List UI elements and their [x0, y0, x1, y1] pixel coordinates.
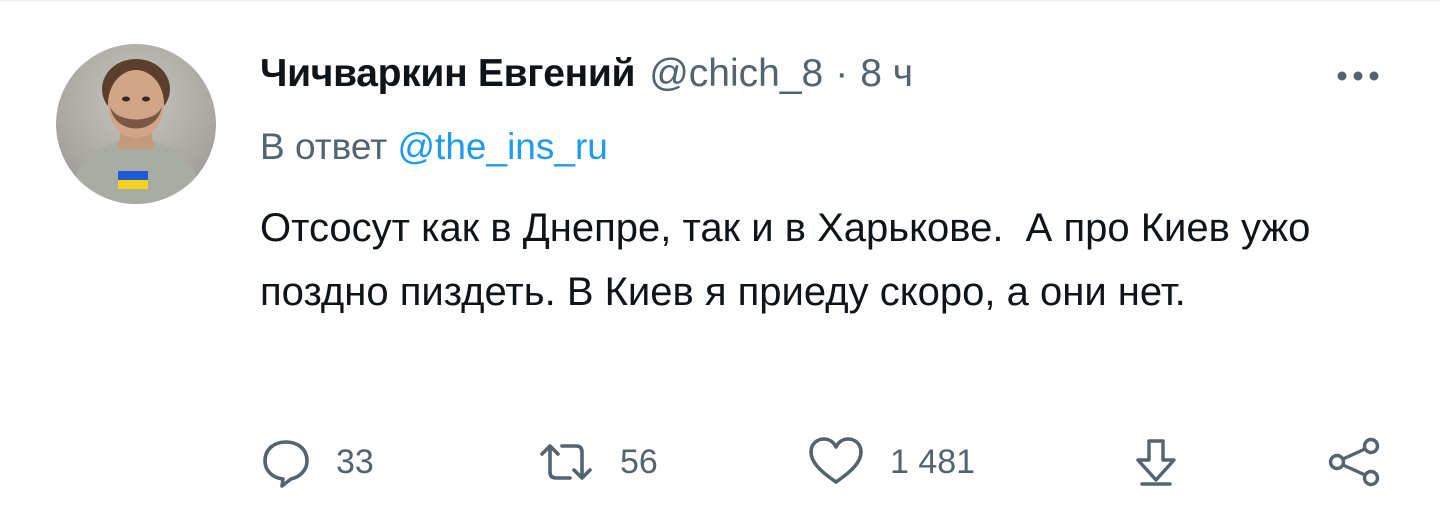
retweet-icon: [540, 444, 592, 480]
share-icon: [1328, 437, 1380, 487]
reply-prefix: В ответ: [260, 126, 388, 167]
more-button[interactable]: [1330, 64, 1386, 88]
retweet-count: 56: [620, 442, 658, 481]
retweet-button[interactable]: 56: [536, 432, 658, 492]
reply-context: В ответ @the_ins_ru: [260, 126, 608, 168]
separator-dot: ·: [835, 52, 849, 95]
author-name[interactable]: Чичваркин Евгений: [260, 52, 636, 96]
timestamp[interactable]: 8 ч: [860, 52, 913, 96]
reply-bubble-icon: [263, 440, 309, 488]
heart-icon: [809, 437, 863, 484]
share-button[interactable]: [1326, 432, 1382, 492]
save-button[interactable]: [1130, 432, 1182, 492]
tweet-text: Отсосут как в Днепре, так и в Харькове. …: [260, 206, 1322, 314]
avatar-photo: [56, 44, 216, 204]
more-horizontal-icon: [1337, 71, 1379, 81]
tweet-header: Чичваркин Евгений @chich_8 · 8 ч: [260, 52, 913, 98]
avatar[interactable]: [56, 44, 216, 204]
author-handle[interactable]: @chich_8: [649, 52, 823, 96]
reply-mention-link[interactable]: @the_ins_ru: [398, 126, 608, 167]
tweet-card[interactable]: Чичваркин Евгений @chich_8 · 8 ч В ответ…: [0, 0, 1440, 527]
like-count: 1 481: [890, 442, 976, 481]
reply-button[interactable]: 33: [260, 432, 374, 492]
reply-count: 33: [336, 442, 374, 481]
download-arrow-icon: [1136, 439, 1176, 486]
like-button[interactable]: 1 481: [806, 432, 975, 492]
divider: [0, 0, 1440, 2]
action-bar: 33 56 1 481: [0, 432, 1440, 492]
